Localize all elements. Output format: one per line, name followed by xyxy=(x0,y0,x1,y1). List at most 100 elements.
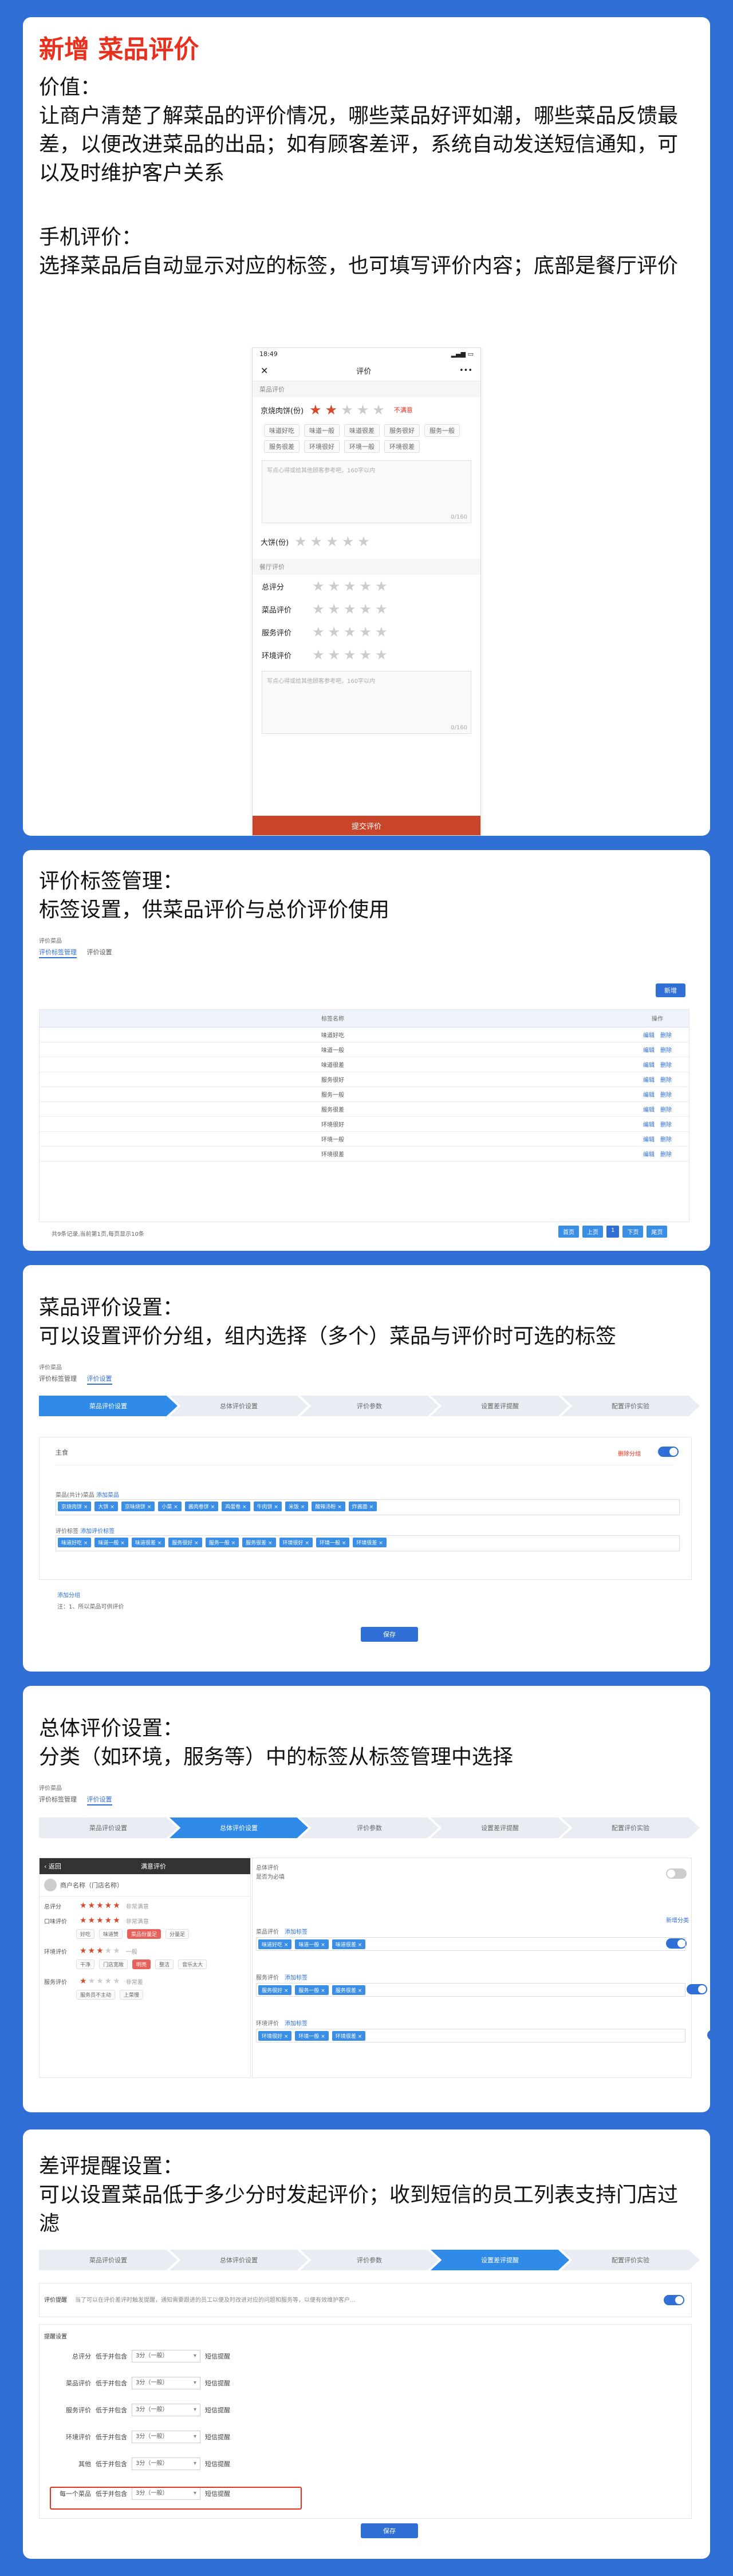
category-tag-field[interactable]: 服务很好 × 服务一般 × 服务很差 × xyxy=(256,1983,685,1997)
close-icon[interactable]: × xyxy=(145,1504,152,1510)
step-tab[interactable]: 总体评价设置 xyxy=(170,2250,308,2270)
dish-chip[interactable]: 酱肉卷饼 × xyxy=(184,1502,219,1511)
close-icon[interactable]: × xyxy=(319,1988,325,1994)
close-icon[interactable]: × xyxy=(266,1540,273,1546)
tag-chip[interactable]: 环境一般 × xyxy=(316,1538,350,1547)
edit-link[interactable]: 编辑 xyxy=(643,1152,655,1158)
dish-chip[interactable]: 米饭 × xyxy=(285,1502,309,1511)
dish1-comment-box[interactable]: 写点心得或给其他顾客参考吧，160字以内 0/160 xyxy=(262,460,471,523)
add-category-link[interactable]: 新增分类 xyxy=(666,1915,689,1924)
edit-link[interactable]: 编辑 xyxy=(643,1062,655,1069)
tag-chip[interactable]: 环境很差 × xyxy=(353,1538,387,1547)
dish-tag-chip[interactable]: 服务很好 xyxy=(384,424,420,437)
dish-chip[interactable]: 酸辣汤粉 × xyxy=(312,1502,345,1511)
edit-link[interactable]: 编辑 xyxy=(643,1048,655,1054)
dish-tag-chip[interactable]: 味道好吃 xyxy=(264,424,299,437)
delete-link[interactable]: 删除 xyxy=(660,1122,672,1128)
step-tab[interactable]: 设置差评提醒 xyxy=(431,1396,569,1416)
edit-link[interactable]: 编辑 xyxy=(643,1107,655,1113)
close-icon[interactable]: × xyxy=(172,1504,178,1510)
add-group-link[interactable]: 添加分组 xyxy=(57,1590,80,1599)
edit-link[interactable]: 编辑 xyxy=(643,1122,655,1128)
close-icon[interactable]: ✕ xyxy=(261,365,268,376)
dish-tag-chip[interactable]: 味道一般 xyxy=(304,424,340,437)
close-icon[interactable]: × xyxy=(119,1540,125,1546)
edit-link[interactable]: 编辑 xyxy=(643,1092,655,1099)
add-dish-link[interactable]: 添加菜品 xyxy=(96,1492,119,1499)
close-icon[interactable]: × xyxy=(299,1504,305,1510)
preview-stars[interactable]: ★★★★★ xyxy=(80,1946,121,1955)
rest-stars[interactable]: ★★★★★ xyxy=(312,601,391,617)
dish-chip[interactable]: 大饼 × xyxy=(94,1502,118,1511)
tag-chip[interactable]: 服务很好 × xyxy=(168,1538,202,1547)
dish-chip[interactable]: 京烧肉饼 × xyxy=(58,1502,92,1511)
edit-link[interactable]: 编辑 xyxy=(643,1033,655,1039)
pager-button[interactable]: 1 xyxy=(606,1226,620,1238)
card3-save-button[interactable]: 保存 xyxy=(361,1627,418,1642)
step-tab[interactable]: 配置评价实验 xyxy=(561,1818,700,1838)
dish1-stars[interactable]: ★★★★★ xyxy=(309,402,388,418)
category-tag-chip[interactable]: 味道很差 × xyxy=(332,1939,366,1949)
close-icon[interactable]: × xyxy=(377,1540,383,1546)
add-tag-link[interactable]: 添加评价标签 xyxy=(80,1528,115,1535)
dish-tag-chip[interactable]: 环境一般 xyxy=(344,440,380,453)
close-icon[interactable]: × xyxy=(82,1540,88,1546)
add-tag-button[interactable]: 新增 xyxy=(656,983,685,997)
preview-stars[interactable]: ★★★★★ xyxy=(80,1901,121,1910)
category-toggle[interactable] xyxy=(687,1984,707,1994)
rest-stars[interactable]: ★★★★★ xyxy=(312,578,391,594)
tag-select-field[interactable]: 味道好吃 × 味道一般 × 味道很差 × 服务很好 × 服务一般 × 服务很差 × 环境很好… xyxy=(56,1535,680,1551)
preview-tag-chip[interactable]: 好吃 xyxy=(76,1929,95,1939)
dish-tag-chip[interactable]: 服务很差 xyxy=(264,440,299,453)
preview-stars[interactable]: ★★★★★ xyxy=(80,1977,121,1986)
dish-chip[interactable]: 京味烧饼 × xyxy=(121,1502,155,1511)
add-category-tag-link[interactable]: 添加标签 xyxy=(285,1929,308,1935)
close-icon[interactable]: × xyxy=(108,1504,115,1510)
edit-link[interactable]: 编辑 xyxy=(643,1137,655,1143)
add-category-tag-link[interactable]: 添加标签 xyxy=(285,1975,308,1981)
close-icon[interactable]: × xyxy=(241,1504,247,1510)
close-icon[interactable]: × xyxy=(304,1540,309,1546)
step-tab[interactable]: 设置差评提醒 xyxy=(431,2250,569,2270)
delete-link[interactable]: 删除 xyxy=(660,1092,672,1099)
step-tab[interactable]: 菜品评价设置 xyxy=(39,2250,178,2270)
step-tab[interactable]: 配置评价实验 xyxy=(561,2250,700,2270)
category-tag-chip[interactable]: 环境很差 × xyxy=(332,2031,366,2041)
preview-tag-chip[interactable]: 分量足 xyxy=(165,1929,190,1939)
preview-tag-chip[interactable]: 音乐太大 xyxy=(178,1959,207,1969)
dish-chip[interactable]: 炸酱面 × xyxy=(348,1502,377,1511)
step-tab[interactable]: 评价参数 xyxy=(300,2250,439,2270)
remind-toggle[interactable] xyxy=(664,2295,684,2305)
group-toggle[interactable] xyxy=(658,1447,679,1457)
tag-chip[interactable]: 味道很差 × xyxy=(131,1538,165,1547)
close-icon[interactable]: × xyxy=(319,2034,325,2040)
close-icon[interactable]: × xyxy=(82,1504,88,1510)
preview-tag-chip[interactable]: 味道赞 xyxy=(99,1929,123,1939)
score-select[interactable]: 3分（一般） xyxy=(132,2350,200,2362)
category-tag-chip[interactable]: 环境很好 × xyxy=(258,2031,292,2041)
close-icon[interactable]: × xyxy=(356,1988,362,1994)
score-select[interactable]: 3分（一般） xyxy=(132,2404,200,2416)
category-tag-field[interactable]: 环境很好 × 环境一般 × 环境很差 × xyxy=(256,2029,685,2042)
step-tab[interactable]: 设置差评提醒 xyxy=(431,1818,569,1838)
step-tab[interactable]: 配置评价实验 xyxy=(561,1396,700,1416)
dish-tag-chip[interactable]: 环境很差 xyxy=(384,440,420,453)
tab-review-settings[interactable]: 评价设置 xyxy=(86,1375,112,1385)
category-tag-field[interactable]: 味道好吃 × 味道一般 × 味道很差 × xyxy=(256,1937,685,1951)
pager-button[interactable]: 首页 xyxy=(558,1226,579,1238)
dish-chip[interactable]: 牛肉饼 × xyxy=(253,1502,282,1511)
close-icon[interactable]: × xyxy=(319,1942,325,1948)
submit-review-button[interactable]: 提交评价 xyxy=(253,816,480,835)
delete-link[interactable]: 删除 xyxy=(660,1152,672,1158)
category-tag-chip[interactable]: 服务一般 × xyxy=(295,1985,329,1995)
close-icon[interactable]: × xyxy=(356,2034,362,2040)
preview-stars[interactable]: ★★★★★ xyxy=(80,1916,121,1925)
back-button[interactable]: ‹ 返回 xyxy=(44,1862,61,1871)
close-icon[interactable]: × xyxy=(336,1504,342,1510)
tab-review-settings[interactable]: 评价设置 xyxy=(86,1796,112,1805)
step-tab[interactable]: 评价参数 xyxy=(300,1396,439,1416)
dish-tag-chip[interactable]: 环境很好 xyxy=(304,440,340,453)
rest-stars[interactable]: ★★★★★ xyxy=(312,624,391,640)
tag-chip[interactable]: 味道一般 × xyxy=(94,1538,128,1547)
close-icon[interactable]: × xyxy=(192,1540,199,1546)
